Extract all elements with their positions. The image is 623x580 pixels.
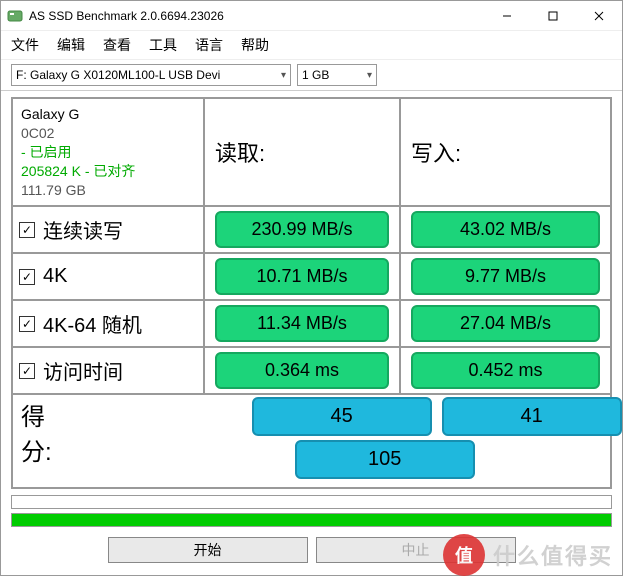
- abort-button: 中止: [316, 537, 516, 563]
- app-window: AS SSD Benchmark 2.0.6694.23026 文件 编辑 查看…: [0, 0, 623, 576]
- acc-write: 0.452 ms: [411, 352, 600, 389]
- progress-bar-2: [11, 513, 612, 527]
- 4k-write-cell: 9.77 MB/s: [401, 254, 610, 299]
- test-acc: ✓ 访问时间: [13, 348, 205, 393]
- row-score: 得分: 45 41 105: [13, 395, 610, 487]
- app-icon: [7, 8, 23, 24]
- seq-read-cell: 230.99 MB/s: [205, 207, 401, 252]
- drive-select[interactable]: F: Galaxy G X0120ML100-L USB Devi ▾: [11, 64, 291, 86]
- menu-view[interactable]: 查看: [103, 35, 131, 55]
- label-seq: 连续读写: [43, 215, 123, 244]
- row-acc: ✓ 访问时间 0.364 ms 0.452 ms: [13, 348, 610, 395]
- menu-file[interactable]: 文件: [11, 35, 39, 55]
- score-write: 41: [442, 397, 622, 436]
- header-read: 读取:: [205, 99, 401, 205]
- seq-write-cell: 43.02 MB/s: [401, 207, 610, 252]
- label-4k: 4K: [43, 265, 67, 288]
- acc-write-cell: 0.452 ms: [401, 348, 610, 393]
- progress-bar-1: [11, 495, 612, 509]
- window-controls: [484, 1, 622, 31]
- row-4k64: ✓ 4K-64 随机 11.34 MB/s 27.04 MB/s: [13, 301, 610, 348]
- menu-edit[interactable]: 编辑: [57, 35, 85, 55]
- header-row: Galaxy G 0C02 - 已启用 205824 K - 已对齐 111.7…: [13, 99, 610, 207]
- acc-read: 0.364 ms: [215, 352, 390, 389]
- device-capacity: 111.79 GB: [21, 181, 86, 200]
- checkbox-seq[interactable]: ✓: [19, 222, 35, 238]
- chevron-down-icon: ▾: [281, 70, 286, 81]
- device-enabled: - 已启用: [21, 143, 72, 162]
- checkbox-acc[interactable]: ✓: [19, 363, 35, 379]
- seq-read: 230.99 MB/s: [215, 211, 390, 248]
- test-seq: ✓ 连续读写: [13, 207, 205, 252]
- 4k-write: 9.77 MB/s: [411, 258, 600, 295]
- 4k64-write: 27.04 MB/s: [411, 305, 600, 342]
- maximize-button[interactable]: [530, 1, 576, 31]
- seq-write: 43.02 MB/s: [411, 211, 600, 248]
- checkbox-4k[interactable]: ✓: [19, 269, 35, 285]
- minimize-button[interactable]: [484, 1, 530, 31]
- window-title: AS SSD Benchmark 2.0.6694.23026: [29, 9, 484, 23]
- chevron-down-icon: ▾: [367, 70, 372, 81]
- header-write: 写入:: [401, 99, 610, 205]
- button-row: 开始 中止: [1, 531, 622, 575]
- row-seq: ✓ 连续读写 230.99 MB/s 43.02 MB/s: [13, 207, 610, 254]
- score-read: 45: [252, 397, 432, 436]
- menu-tools[interactable]: 工具: [149, 35, 177, 55]
- device-name: Galaxy G: [21, 105, 79, 124]
- checkbox-4k64[interactable]: ✓: [19, 316, 35, 332]
- start-button[interactable]: 开始: [108, 537, 308, 563]
- device-model: 0C02: [21, 124, 54, 143]
- size-select-value: 1 GB: [302, 68, 329, 82]
- 4k64-read-cell: 11.34 MB/s: [205, 301, 401, 346]
- toolbar: F: Galaxy G X0120ML100-L USB Devi ▾ 1 GB…: [1, 60, 622, 91]
- menu-help[interactable]: 帮助: [241, 35, 269, 55]
- size-select[interactable]: 1 GB ▾: [297, 64, 377, 86]
- score-label: 得分:: [21, 397, 52, 467]
- row-4k: ✓ 4K 10.71 MB/s 9.77 MB/s: [13, 254, 610, 301]
- main-panel: Galaxy G 0C02 - 已启用 205824 K - 已对齐 111.7…: [1, 91, 622, 491]
- drive-select-value: F: Galaxy G X0120ML100-L USB Devi: [16, 68, 220, 82]
- device-aligned: 205824 K - 已对齐: [21, 162, 135, 181]
- menubar: 文件 编辑 查看 工具 语言 帮助: [1, 31, 622, 60]
- score-total: 105: [295, 440, 475, 479]
- 4k-read: 10.71 MB/s: [215, 258, 390, 295]
- results-grid: Galaxy G 0C02 - 已启用 205824 K - 已对齐 111.7…: [11, 97, 612, 489]
- label-acc: 访问时间: [43, 356, 123, 385]
- test-4k64: ✓ 4K-64 随机: [13, 301, 205, 346]
- 4k64-write-cell: 27.04 MB/s: [401, 301, 610, 346]
- 4k64-read: 11.34 MB/s: [215, 305, 390, 342]
- 4k-read-cell: 10.71 MB/s: [205, 254, 401, 299]
- label-4k64: 4K-64 随机: [43, 309, 142, 338]
- menu-language[interactable]: 语言: [195, 35, 223, 55]
- acc-read-cell: 0.364 ms: [205, 348, 401, 393]
- test-4k: ✓ 4K: [13, 254, 205, 299]
- titlebar[interactable]: AS SSD Benchmark 2.0.6694.23026: [1, 1, 622, 31]
- device-info: Galaxy G 0C02 - 已启用 205824 K - 已对齐 111.7…: [13, 99, 205, 205]
- close-button[interactable]: [576, 1, 622, 31]
